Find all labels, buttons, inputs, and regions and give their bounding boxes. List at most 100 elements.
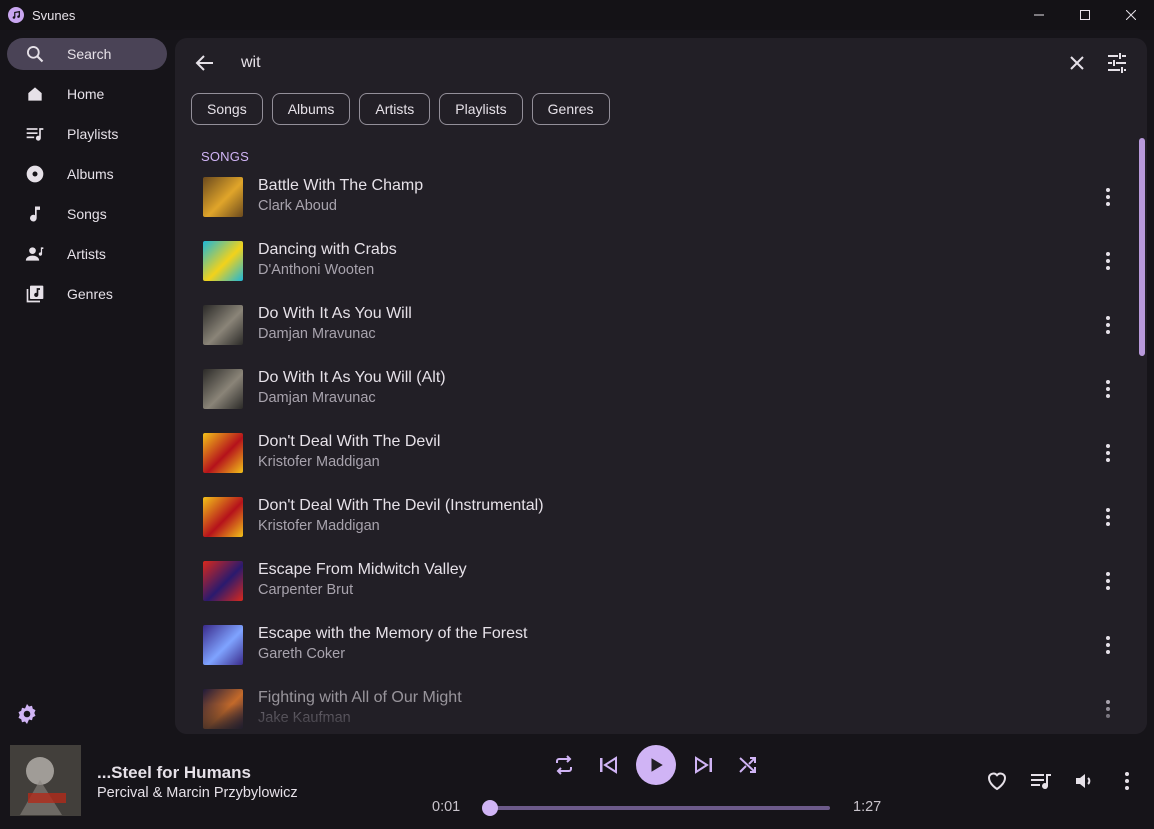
artist-icon bbox=[24, 243, 46, 265]
more-options-button[interactable] bbox=[1096, 633, 1120, 657]
song-row[interactable]: Do With It As You Will (Alt) Damjan Mrav… bbox=[175, 357, 1135, 421]
next-button[interactable] bbox=[692, 753, 716, 777]
shuffle-button[interactable] bbox=[736, 753, 760, 777]
more-options-button[interactable] bbox=[1096, 313, 1120, 337]
more-options-button[interactable] bbox=[1096, 249, 1120, 273]
search-input[interactable]: wit bbox=[241, 54, 261, 72]
play-icon bbox=[651, 758, 663, 772]
search-panel: wit Songs Albums Artists Playlists Genre… bbox=[175, 38, 1147, 734]
minimize-icon bbox=[1034, 14, 1044, 16]
gear-icon bbox=[18, 704, 36, 724]
shuffle-icon bbox=[739, 757, 756, 773]
album-icon bbox=[24, 163, 46, 185]
album-art bbox=[203, 561, 243, 601]
close-icon bbox=[1126, 10, 1136, 20]
play-button[interactable] bbox=[636, 745, 676, 785]
song-row[interactable]: Do With It As You Will Damjan Mravunac bbox=[175, 293, 1135, 357]
heart-icon bbox=[987, 772, 1007, 791]
player-more-button[interactable] bbox=[1115, 769, 1139, 793]
more-vert-icon bbox=[1106, 316, 1110, 334]
favorite-button[interactable] bbox=[985, 769, 1009, 793]
settings-button[interactable] bbox=[15, 702, 39, 726]
chip-artists[interactable]: Artists bbox=[359, 93, 431, 125]
song-row[interactable]: Fighting with All of Our Might Jake Kauf… bbox=[175, 677, 1135, 734]
title-bar: Svunes bbox=[0, 0, 1154, 30]
song-title: Battle With The Champ bbox=[258, 177, 424, 194]
sidebar-item-genres[interactable]: Genres bbox=[7, 278, 167, 310]
more-vert-icon bbox=[1106, 636, 1110, 654]
progress-track[interactable] bbox=[486, 806, 830, 810]
more-vert-icon bbox=[1106, 572, 1110, 590]
sidebar-item-search[interactable]: Search bbox=[7, 38, 167, 70]
arrow-back-icon bbox=[195, 55, 213, 71]
more-options-button[interactable] bbox=[1096, 377, 1120, 401]
skip-next-icon bbox=[695, 756, 712, 774]
queue-button[interactable] bbox=[1029, 769, 1053, 793]
close-window-button[interactable] bbox=[1108, 0, 1154, 30]
song-row[interactable]: Battle With The Champ Clark Aboud bbox=[175, 165, 1135, 229]
song-artist: Kristofer Maddigan bbox=[258, 454, 380, 470]
progress-thumb[interactable] bbox=[481, 800, 498, 816]
song-title: Do With It As You Will bbox=[258, 305, 412, 322]
now-playing-title[interactable]: ...Steel for Humans bbox=[97, 763, 251, 783]
more-vert-icon bbox=[1106, 252, 1110, 270]
more-vert-icon bbox=[1106, 700, 1110, 718]
album-art bbox=[203, 241, 243, 281]
filter-settings-button[interactable] bbox=[1105, 51, 1129, 75]
chip-songs[interactable]: Songs bbox=[191, 93, 263, 125]
previous-button[interactable] bbox=[596, 753, 620, 777]
sidebar-item-label: Genres bbox=[67, 286, 113, 302]
chip-albums[interactable]: Albums bbox=[271, 93, 351, 125]
maximize-button[interactable] bbox=[1062, 0, 1108, 30]
song-row[interactable]: Don't Deal With The Devil (Instrumental)… bbox=[175, 485, 1135, 549]
song-artist: Kristofer Maddigan bbox=[258, 518, 380, 534]
album-art bbox=[203, 689, 243, 729]
more-options-button[interactable] bbox=[1096, 185, 1120, 209]
more-options-button[interactable] bbox=[1096, 505, 1120, 529]
album-art bbox=[203, 177, 243, 217]
repeat-button[interactable] bbox=[552, 753, 576, 777]
now-playing-album-art[interactable] bbox=[10, 745, 81, 816]
tune-icon bbox=[1108, 53, 1126, 73]
album-art bbox=[203, 625, 243, 665]
search-icon bbox=[24, 43, 46, 65]
sidebar-item-albums[interactable]: Albums bbox=[7, 158, 167, 190]
song-artist: Clark Aboud bbox=[258, 198, 337, 214]
clear-search-button[interactable] bbox=[1065, 51, 1089, 75]
sidebar: Search Home Playlists Albums Songs Artis… bbox=[0, 30, 175, 740]
song-artist: Damjan Mravunac bbox=[258, 326, 376, 342]
now-playing-artist[interactable]: Percival & Marcin Przybylowicz bbox=[97, 785, 298, 801]
more-vert-icon bbox=[1106, 188, 1110, 206]
chip-playlists[interactable]: Playlists bbox=[439, 93, 523, 125]
chip-genres[interactable]: Genres bbox=[531, 93, 610, 125]
song-title: Don't Deal With The Devil (Instrumental) bbox=[258, 497, 544, 514]
more-options-button[interactable] bbox=[1096, 441, 1120, 465]
more-options-button[interactable] bbox=[1096, 697, 1120, 721]
sidebar-item-label: Artists bbox=[67, 246, 106, 262]
song-row[interactable]: Don't Deal With The Devil Kristofer Madd… bbox=[175, 421, 1135, 485]
song-row[interactable]: Escape From Midwitch Valley Carpenter Br… bbox=[175, 549, 1135, 613]
volume-button[interactable] bbox=[1072, 769, 1096, 793]
home-icon bbox=[24, 83, 46, 105]
minimize-button[interactable] bbox=[1016, 0, 1062, 30]
song-row[interactable]: Dancing with Crabs D'Anthoni Wooten bbox=[175, 229, 1135, 293]
app-title: Svunes bbox=[32, 7, 76, 23]
sidebar-item-label: Songs bbox=[67, 206, 107, 222]
sidebar-item-songs[interactable]: Songs bbox=[7, 198, 167, 230]
sidebar-item-home[interactable]: Home bbox=[7, 78, 167, 110]
more-options-button[interactable] bbox=[1096, 569, 1120, 593]
album-art bbox=[203, 497, 243, 537]
song-title: Fighting with All of Our Might bbox=[258, 689, 462, 706]
song-title: Escape with the Memory of the Forest bbox=[258, 625, 528, 642]
maximize-icon bbox=[1080, 10, 1090, 20]
sidebar-item-artists[interactable]: Artists bbox=[7, 238, 167, 270]
song-row[interactable]: Escape with the Memory of the Forest Gar… bbox=[175, 613, 1135, 677]
sidebar-item-playlists[interactable]: Playlists bbox=[7, 118, 167, 150]
song-artist: D'Anthoni Wooten bbox=[258, 262, 375, 278]
song-title: Dancing with Crabs bbox=[258, 241, 397, 258]
more-vert-icon bbox=[1106, 444, 1110, 462]
sidebar-item-label: Search bbox=[67, 46, 112, 62]
back-button[interactable] bbox=[193, 51, 217, 75]
filter-chips: Songs Albums Artists Playlists Genres bbox=[191, 93, 610, 125]
scrollbar-thumb[interactable] bbox=[1139, 138, 1145, 356]
